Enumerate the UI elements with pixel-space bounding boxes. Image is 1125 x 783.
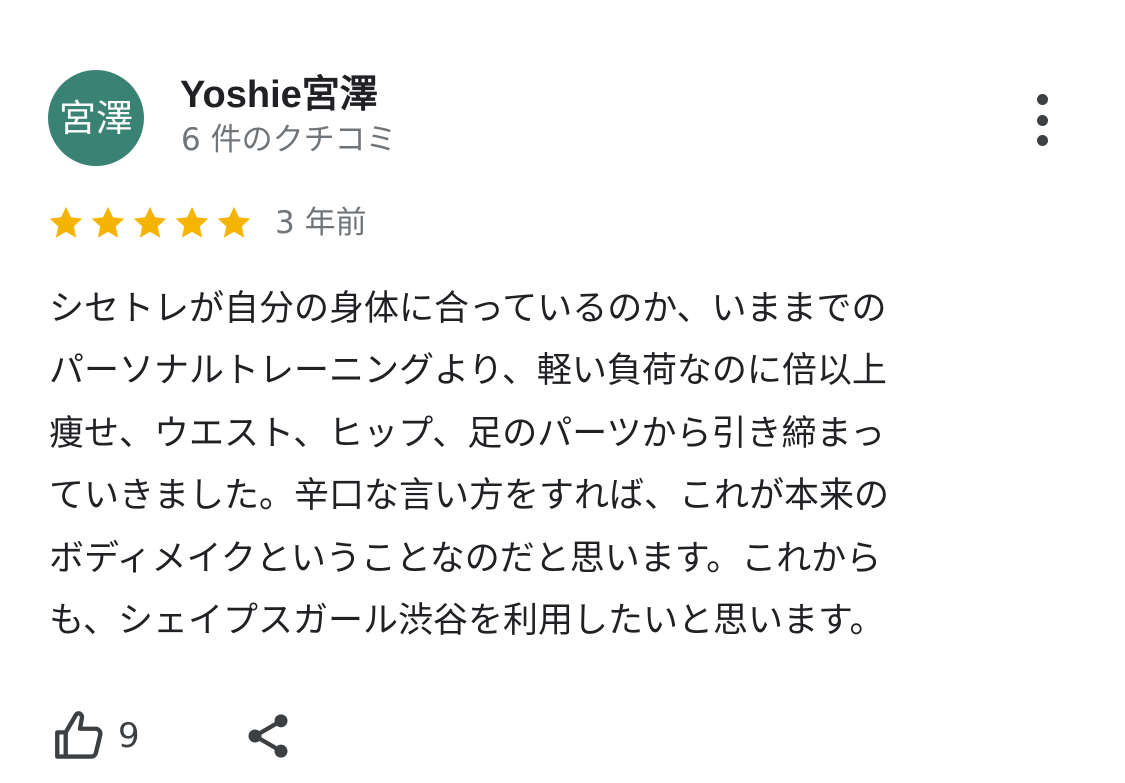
review-actions: 9 xyxy=(50,705,296,767)
share-button[interactable] xyxy=(240,708,296,764)
like-count: 9 xyxy=(118,716,140,756)
share-icon xyxy=(248,714,288,758)
star-icon xyxy=(91,206,125,238)
avatar-initials: 宮澤 xyxy=(59,96,133,140)
star-icon xyxy=(217,206,251,238)
star-icon xyxy=(49,206,83,238)
star-rating: 3 年前 xyxy=(47,202,367,244)
more-options-dot xyxy=(1036,135,1048,146)
thumbs-up-icon xyxy=(55,711,103,759)
like-button[interactable]: 9 xyxy=(50,707,140,765)
more-options-icon[interactable] xyxy=(1020,90,1064,150)
star-icon xyxy=(175,206,209,238)
more-options-dot xyxy=(1036,94,1048,105)
reviewer-review-count: 6 件のクチコミ xyxy=(181,122,397,158)
star-icon xyxy=(133,206,167,238)
more-options-dot xyxy=(1036,114,1048,126)
reviewer-name[interactable]: Yoshie宮澤 xyxy=(180,72,378,118)
avatar[interactable]: 宮澤 xyxy=(48,70,144,166)
review-text: シセトレが自分の身体に合っているのか、いままでの パーソナルトレーニングより、軽… xyxy=(49,289,890,642)
stars-row xyxy=(47,204,257,242)
review-time-ago: 3 年前 xyxy=(275,205,367,241)
